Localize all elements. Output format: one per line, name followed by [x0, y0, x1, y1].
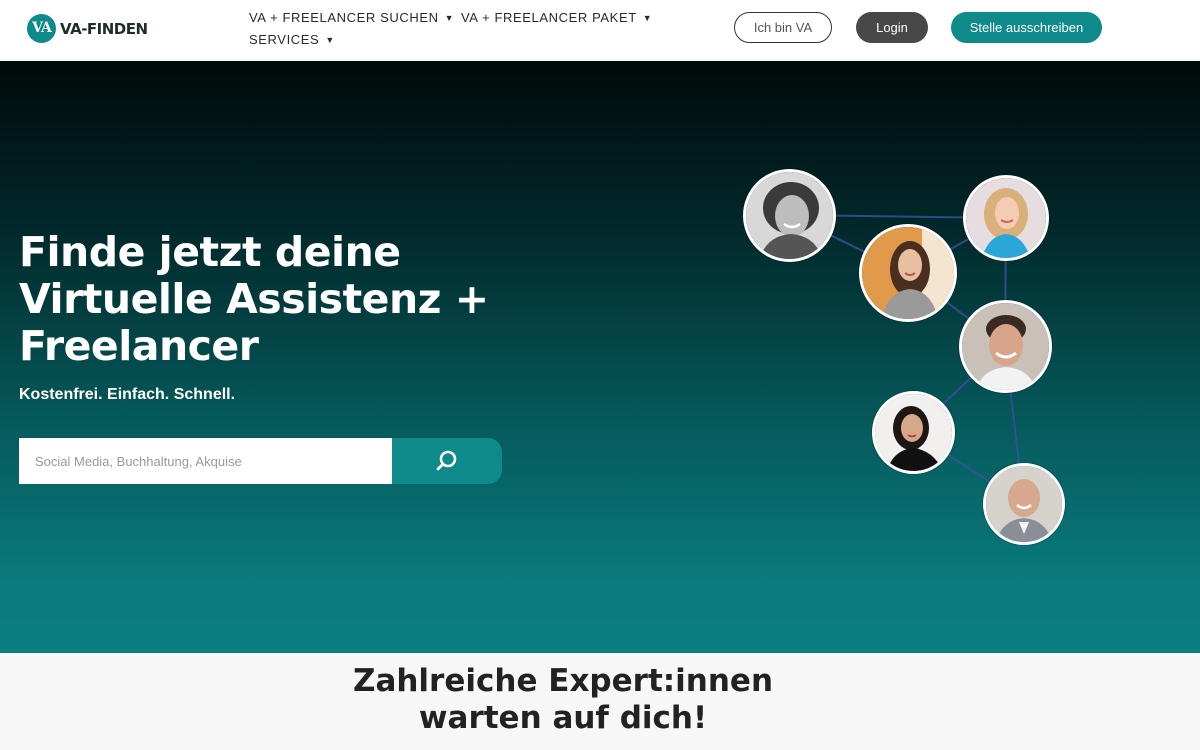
hero-title-line: Freelancer: [19, 322, 259, 370]
avatar-expert-5: [872, 391, 955, 474]
portrait-image: [875, 394, 952, 471]
chevron-down-icon: ▼: [325, 34, 335, 45]
hero-section: Finde jetzt deine Virtuelle Assistenz + …: [0, 61, 1200, 653]
ich-bin-va-button[interactable]: Ich bin VA: [734, 12, 832, 43]
nav-item-va-freelancer-suchen[interactable]: VA + FREELANCER SUCHEN ▼: [249, 10, 454, 25]
portrait-image: [862, 227, 954, 319]
avatar-expert-4: [959, 300, 1052, 393]
site-header: VA VA-FINDEN VA + FREELANCER SUCHEN ▼ VA…: [0, 0, 1200, 61]
nav-item-label: VA + FREELANCER SUCHEN: [249, 10, 439, 25]
nav-item-va-freelancer-paket[interactable]: VA + FREELANCER PAKET ▼: [461, 10, 652, 25]
search-input[interactable]: Social Media, Buchhaltung, Akquise: [19, 438, 392, 484]
avatar-expert-6: [983, 463, 1065, 545]
avatar-expert-1: [743, 169, 836, 262]
avatar-expert-2: [963, 175, 1049, 261]
hero-title-line: Finde jetzt deine: [19, 228, 401, 276]
experts-section: Zahlreiche Expert:innen warten auf dich!: [0, 653, 1200, 750]
logo[interactable]: VA VA-FINDEN: [27, 14, 148, 43]
chevron-down-icon: ▼: [444, 12, 455, 23]
chevron-down-icon: ▼: [642, 12, 653, 23]
hero-subtitle: Kostenfrei. Einfach. Schnell.: [19, 386, 236, 403]
portrait-image: [966, 178, 1046, 258]
experts-title: Zahlreiche Expert:innen warten auf dich!: [0, 663, 1126, 737]
nav-item-label: VA + FREELANCER PAKET: [461, 10, 637, 25]
experts-title-line: Zahlreiche Expert:innen: [352, 663, 774, 699]
hero-title-line: Virtuelle Assistenz +: [19, 275, 489, 323]
search-icon: [436, 450, 457, 471]
stelle-ausschreiben-button[interactable]: Stelle ausschreiben: [951, 12, 1102, 43]
search-button[interactable]: [392, 438, 502, 484]
portrait-image: [746, 172, 833, 259]
nav-item-services[interactable]: SERVICES ▼: [249, 32, 335, 47]
logo-mark: VA: [27, 14, 56, 43]
nav-item-label: SERVICES: [249, 32, 320, 47]
portrait-image: [962, 303, 1049, 390]
search-placeholder: Social Media, Buchhaltung, Akquise: [35, 453, 242, 469]
portrait-image: [986, 466, 1062, 542]
login-button[interactable]: Login: [856, 12, 928, 43]
avatar-expert-3: [859, 224, 957, 322]
hero-title: Finde jetzt deine Virtuelle Assistenz + …: [19, 229, 559, 370]
logo-text: VA-FINDEN: [60, 19, 148, 38]
experts-title-line: warten auf dich!: [418, 700, 708, 736]
